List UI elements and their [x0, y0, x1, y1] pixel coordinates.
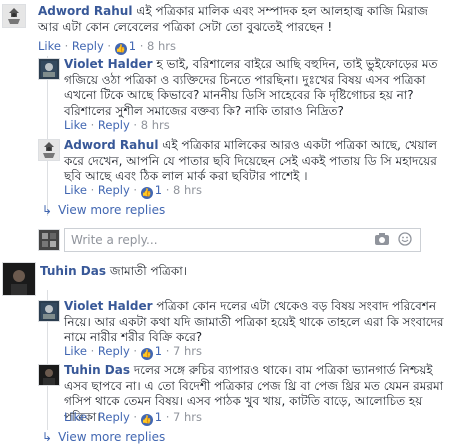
- avatar-violet-halder[interactable]: [38, 300, 60, 322]
- view-more-replies[interactable]: ↳ View more replies: [42, 203, 165, 217]
- timestamp[interactable]: 7 hrs: [173, 410, 202, 424]
- reply-author[interactable]: Adword Rahul: [64, 138, 158, 152]
- reply-link[interactable]: Reply: [72, 39, 104, 53]
- reply-author[interactable]: Violet Halder: [64, 299, 153, 313]
- reply-arrow-icon: ↳: [42, 430, 53, 444]
- timestamp[interactable]: 8 hrs: [147, 39, 176, 53]
- like-link[interactable]: Like: [64, 118, 87, 132]
- like-badge-icon[interactable]: 👍: [140, 414, 153, 426]
- reply-actions: Like · Reply · 👍 1 · 7 hrs: [64, 344, 203, 360]
- like-link[interactable]: Like: [64, 183, 87, 197]
- view-more-replies[interactable]: ↳ View more replies: [42, 430, 165, 444]
- reply-link[interactable]: Reply: [98, 410, 130, 424]
- my-avatar: [38, 229, 60, 251]
- like-badge-icon[interactable]: 👍: [140, 348, 153, 360]
- avatar-image: [3, 5, 25, 27]
- reply-arrow-icon: ↳: [42, 203, 53, 217]
- reply-body: Violet Halder হ ভাই, বরিশালের বাইরে আছি …: [64, 57, 444, 119]
- like-count[interactable]: 1: [155, 344, 162, 358]
- comment-text: জামাতী পত্রিকা।: [109, 264, 188, 278]
- emoji-icon[interactable]: [398, 232, 412, 249]
- reply-body: Violet Halder পত্রিকা কোন দলের এটা থেকেও…: [64, 299, 444, 346]
- avatar-violet-halder[interactable]: [38, 58, 60, 80]
- avatar-image: [39, 140, 59, 160]
- reply-author[interactable]: Violet Halder: [64, 57, 153, 71]
- reply-body: Adword Rahul এই পত্রিকার মালিকের আরও একট…: [64, 138, 444, 185]
- reply-input[interactable]: Write a reply...: [64, 228, 421, 252]
- timestamp[interactable]: 8 hrs: [173, 183, 202, 197]
- reply-author[interactable]: Tuhin Das: [64, 363, 130, 377]
- like-link[interactable]: Like: [64, 410, 87, 424]
- like-link[interactable]: Like: [38, 39, 61, 53]
- comment-author[interactable]: Adword Rahul: [38, 4, 132, 18]
- reply-placeholder: Write a reply...: [71, 233, 158, 247]
- comment-actions: Like · Reply · 👍 1 · 8 hrs: [38, 39, 177, 55]
- avatar-adword-rahul[interactable]: [2, 4, 26, 28]
- reply-link[interactable]: Reply: [98, 118, 130, 132]
- camera-icon[interactable]: [374, 232, 390, 249]
- comment-author[interactable]: Tuhin Das: [40, 264, 106, 278]
- like-count[interactable]: 1: [155, 410, 162, 424]
- avatar-image: [39, 301, 59, 321]
- like-badge-icon[interactable]: 👍: [140, 187, 153, 199]
- avatar-adword-rahul[interactable]: [38, 139, 60, 161]
- view-more-label: View more replies: [58, 430, 166, 444]
- reply-actions: Like · Reply · 8 hrs: [64, 118, 170, 132]
- reply-actions: Like · Reply · 👍 1 · 8 hrs: [64, 183, 203, 199]
- avatar-tuhin-das[interactable]: [38, 364, 60, 386]
- avatar-image: [39, 230, 59, 250]
- like-badge-icon[interactable]: 👍: [114, 43, 127, 55]
- thread-line: [47, 56, 48, 216]
- timestamp[interactable]: 8 hrs: [141, 118, 170, 132]
- avatar-image: [39, 365, 59, 385]
- like-link[interactable]: Like: [64, 344, 87, 358]
- like-count[interactable]: 1: [155, 183, 162, 197]
- avatar-image: [39, 59, 59, 79]
- reply-actions: Like · Reply · 👍 1 · 7 hrs: [64, 410, 203, 426]
- reply-link[interactable]: Reply: [98, 344, 130, 358]
- avatar-image: [3, 263, 35, 295]
- avatar-tuhin-das[interactable]: [2, 262, 36, 296]
- comment-body: Adword Rahul এই পত্রিকার মালিক এবং সম্পা…: [38, 4, 443, 35]
- reply-link[interactable]: Reply: [98, 183, 130, 197]
- view-more-label: View more replies: [58, 203, 166, 217]
- like-count[interactable]: 1: [129, 39, 136, 53]
- timestamp[interactable]: 7 hrs: [173, 344, 202, 358]
- comment-body: Tuhin Das জামাতী পত্রিকা।: [40, 264, 440, 280]
